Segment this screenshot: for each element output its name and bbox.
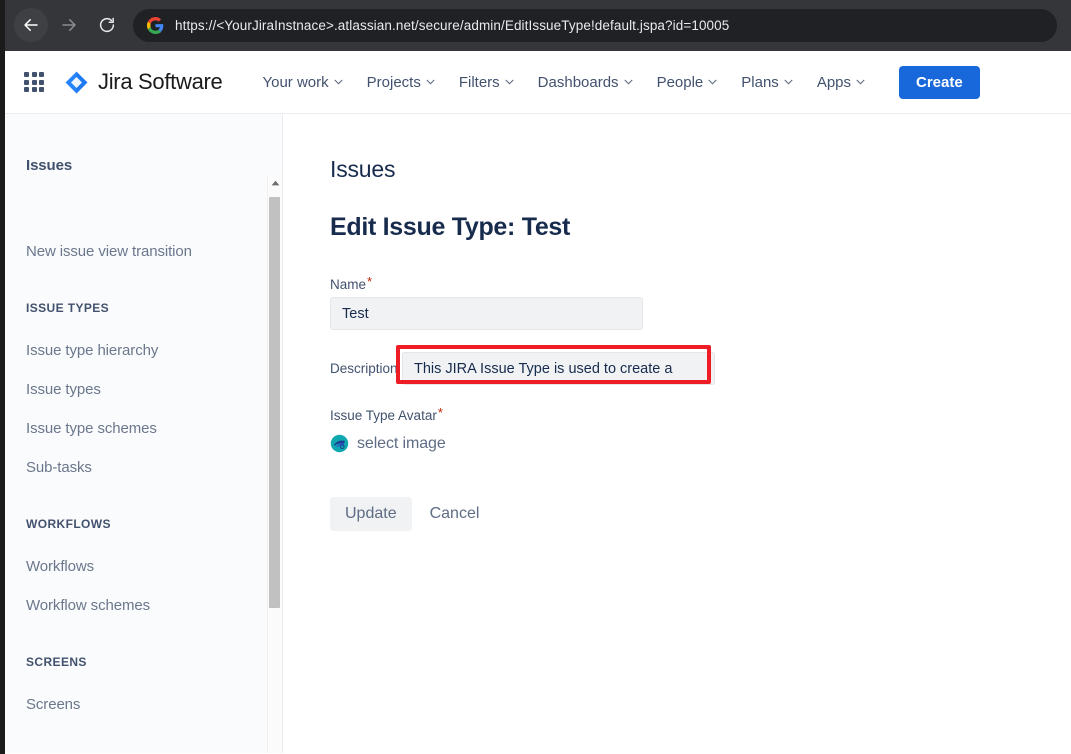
nav-item-plans-label: Plans bbox=[741, 73, 779, 91]
grid-apps-icon[interactable] bbox=[22, 70, 46, 94]
name-label: Name* bbox=[330, 274, 373, 292]
nav-item-filters-label: Filters bbox=[458, 73, 500, 91]
reload-button[interactable] bbox=[90, 8, 124, 42]
arrow-right-icon bbox=[62, 19, 76, 31]
description-input-wrapper bbox=[395, 345, 715, 385]
browser-chrome: https://<YourJiraInstnace>.atlassian.net… bbox=[0, 0, 1071, 51]
nav-item-dashboards[interactable]: Dashboards bbox=[526, 68, 645, 97]
nav-item-people-label: People bbox=[656, 73, 704, 91]
description-label: Description bbox=[330, 360, 398, 376]
jira-top-navigation: Jira Software Your work Projects Filters bbox=[0, 51, 1071, 114]
form-actions: Update Cancel bbox=[330, 497, 1071, 531]
sidebar-item-label: Issue type hierarchy bbox=[26, 342, 159, 359]
arrow-left-icon bbox=[24, 19, 38, 31]
sidebar-item-label: Issue types bbox=[26, 381, 101, 398]
create-button[interactable]: Create bbox=[899, 65, 980, 99]
page-title: Edit Issue Type: Test bbox=[330, 213, 571, 241]
back-button[interactable] bbox=[14, 8, 48, 42]
sidebar-section-workflows: WORKFLOWS bbox=[26, 517, 111, 531]
sidebar-item-sub-tasks[interactable]: Sub-tasks bbox=[0, 448, 282, 487]
avatar-row[interactable]: select image bbox=[330, 434, 1071, 453]
nav-item-plans[interactable]: Plans bbox=[729, 68, 805, 97]
sidebar-item-screens[interactable]: Screens bbox=[0, 685, 282, 724]
nav-item-projects[interactable]: Projects bbox=[355, 68, 447, 97]
sidebar-item-issue-types[interactable]: Issue types bbox=[0, 370, 282, 409]
nav-item-dashboards-label: Dashboards bbox=[537, 73, 619, 91]
product-name: Jira Software bbox=[98, 69, 223, 94]
admin-sidebar: Issues New issue view transition ISSUE T… bbox=[0, 114, 283, 753]
name-input[interactable] bbox=[330, 297, 643, 330]
breadcrumb: Issues bbox=[330, 156, 396, 182]
sidebar-item-label: New issue view transition bbox=[26, 243, 192, 260]
window-left-edge bbox=[0, 0, 5, 754]
name-field-group: Name* bbox=[330, 274, 1071, 330]
sidebar-item-issue-type-hierarchy[interactable]: Issue type hierarchy bbox=[0, 331, 282, 370]
jira-home-link[interactable]: Jira Software bbox=[64, 69, 223, 95]
required-marker: * bbox=[437, 405, 443, 420]
sidebar-item-workflows[interactable]: Workflows bbox=[0, 547, 282, 586]
sidebar-section-issue-types: ISSUE TYPES bbox=[26, 301, 110, 315]
forward-button[interactable] bbox=[52, 8, 86, 42]
nav-item-projects-label: Projects bbox=[366, 73, 421, 91]
update-button[interactable]: Update bbox=[330, 497, 412, 531]
sidebar-item-label: Sub-tasks bbox=[26, 459, 92, 476]
scroll-up-button[interactable] bbox=[268, 175, 282, 191]
chevron-down-icon bbox=[856, 79, 865, 85]
nav-item-apps-label: Apps bbox=[816, 73, 852, 91]
sidebar-scrollbar[interactable] bbox=[267, 175, 282, 753]
description-input[interactable] bbox=[401, 352, 715, 385]
nav-item-people[interactable]: People bbox=[645, 68, 730, 97]
chevron-down-icon bbox=[505, 79, 514, 85]
sidebar-item-label: Workflow schemes bbox=[26, 597, 150, 614]
avatar-label: Issue Type Avatar* bbox=[330, 405, 443, 423]
sidebar-item-label: Issue type schemes bbox=[26, 420, 157, 437]
select-image-link[interactable]: select image bbox=[357, 435, 446, 453]
sidebar-content: Issues New issue view transition ISSUE T… bbox=[0, 114, 282, 724]
cancel-button[interactable]: Cancel bbox=[420, 497, 490, 531]
browser-nav-buttons bbox=[14, 8, 124, 42]
sidebar-item-workflow-schemes[interactable]: Workflow schemes bbox=[0, 586, 282, 625]
nav-item-filters[interactable]: Filters bbox=[447, 68, 526, 97]
caret-up-icon bbox=[271, 180, 279, 186]
main-layout: Issues New issue view transition ISSUE T… bbox=[0, 114, 1071, 753]
primary-nav-links: Your work Projects Filters Dashboards Pe… bbox=[250, 65, 980, 99]
nav-item-your-work[interactable]: Your work bbox=[250, 68, 354, 97]
sidebar-item-new-issue-view-transition[interactable]: New issue view transition bbox=[0, 232, 282, 271]
chevron-down-icon bbox=[708, 79, 717, 85]
chevron-down-icon bbox=[624, 79, 633, 85]
url-text: https://<YourJiraInstnace>.atlassian.net… bbox=[175, 18, 730, 33]
nav-item-your-work-label: Your work bbox=[262, 73, 329, 91]
google-icon bbox=[147, 17, 164, 34]
jira-diamond-icon bbox=[65, 71, 88, 93]
chevron-down-icon bbox=[334, 79, 343, 85]
issue-type-avatar-icon bbox=[330, 434, 349, 453]
sidebar-item-label: Screens bbox=[26, 696, 81, 713]
sidebar-item-issue-type-schemes[interactable]: Issue type schemes bbox=[0, 409, 282, 448]
reload-icon bbox=[99, 17, 115, 33]
required-marker: * bbox=[367, 274, 373, 289]
avatar-field-group: Issue Type Avatar* select image bbox=[330, 405, 1071, 453]
sidebar-item-label: Workflows bbox=[26, 558, 94, 575]
address-bar[interactable]: https://<YourJiraInstnace>.atlassian.net… bbox=[133, 9, 1057, 42]
scrollbar-thumb[interactable] bbox=[269, 197, 280, 608]
nav-item-apps[interactable]: Apps bbox=[805, 68, 877, 97]
page-viewport: Jira Software Your work Projects Filters bbox=[0, 51, 1071, 754]
sidebar-section-screens: SCREENS bbox=[26, 655, 87, 669]
description-field-group: Description bbox=[330, 345, 1071, 385]
avatar-label-text: Issue Type Avatar bbox=[330, 408, 437, 423]
chevron-down-icon bbox=[426, 79, 435, 85]
sidebar-header: Issues bbox=[26, 157, 73, 174]
name-label-text: Name bbox=[330, 277, 367, 292]
chevron-down-icon bbox=[784, 79, 793, 85]
content-area: Issues Edit Issue Type: Test Name* Descr… bbox=[283, 114, 1071, 753]
